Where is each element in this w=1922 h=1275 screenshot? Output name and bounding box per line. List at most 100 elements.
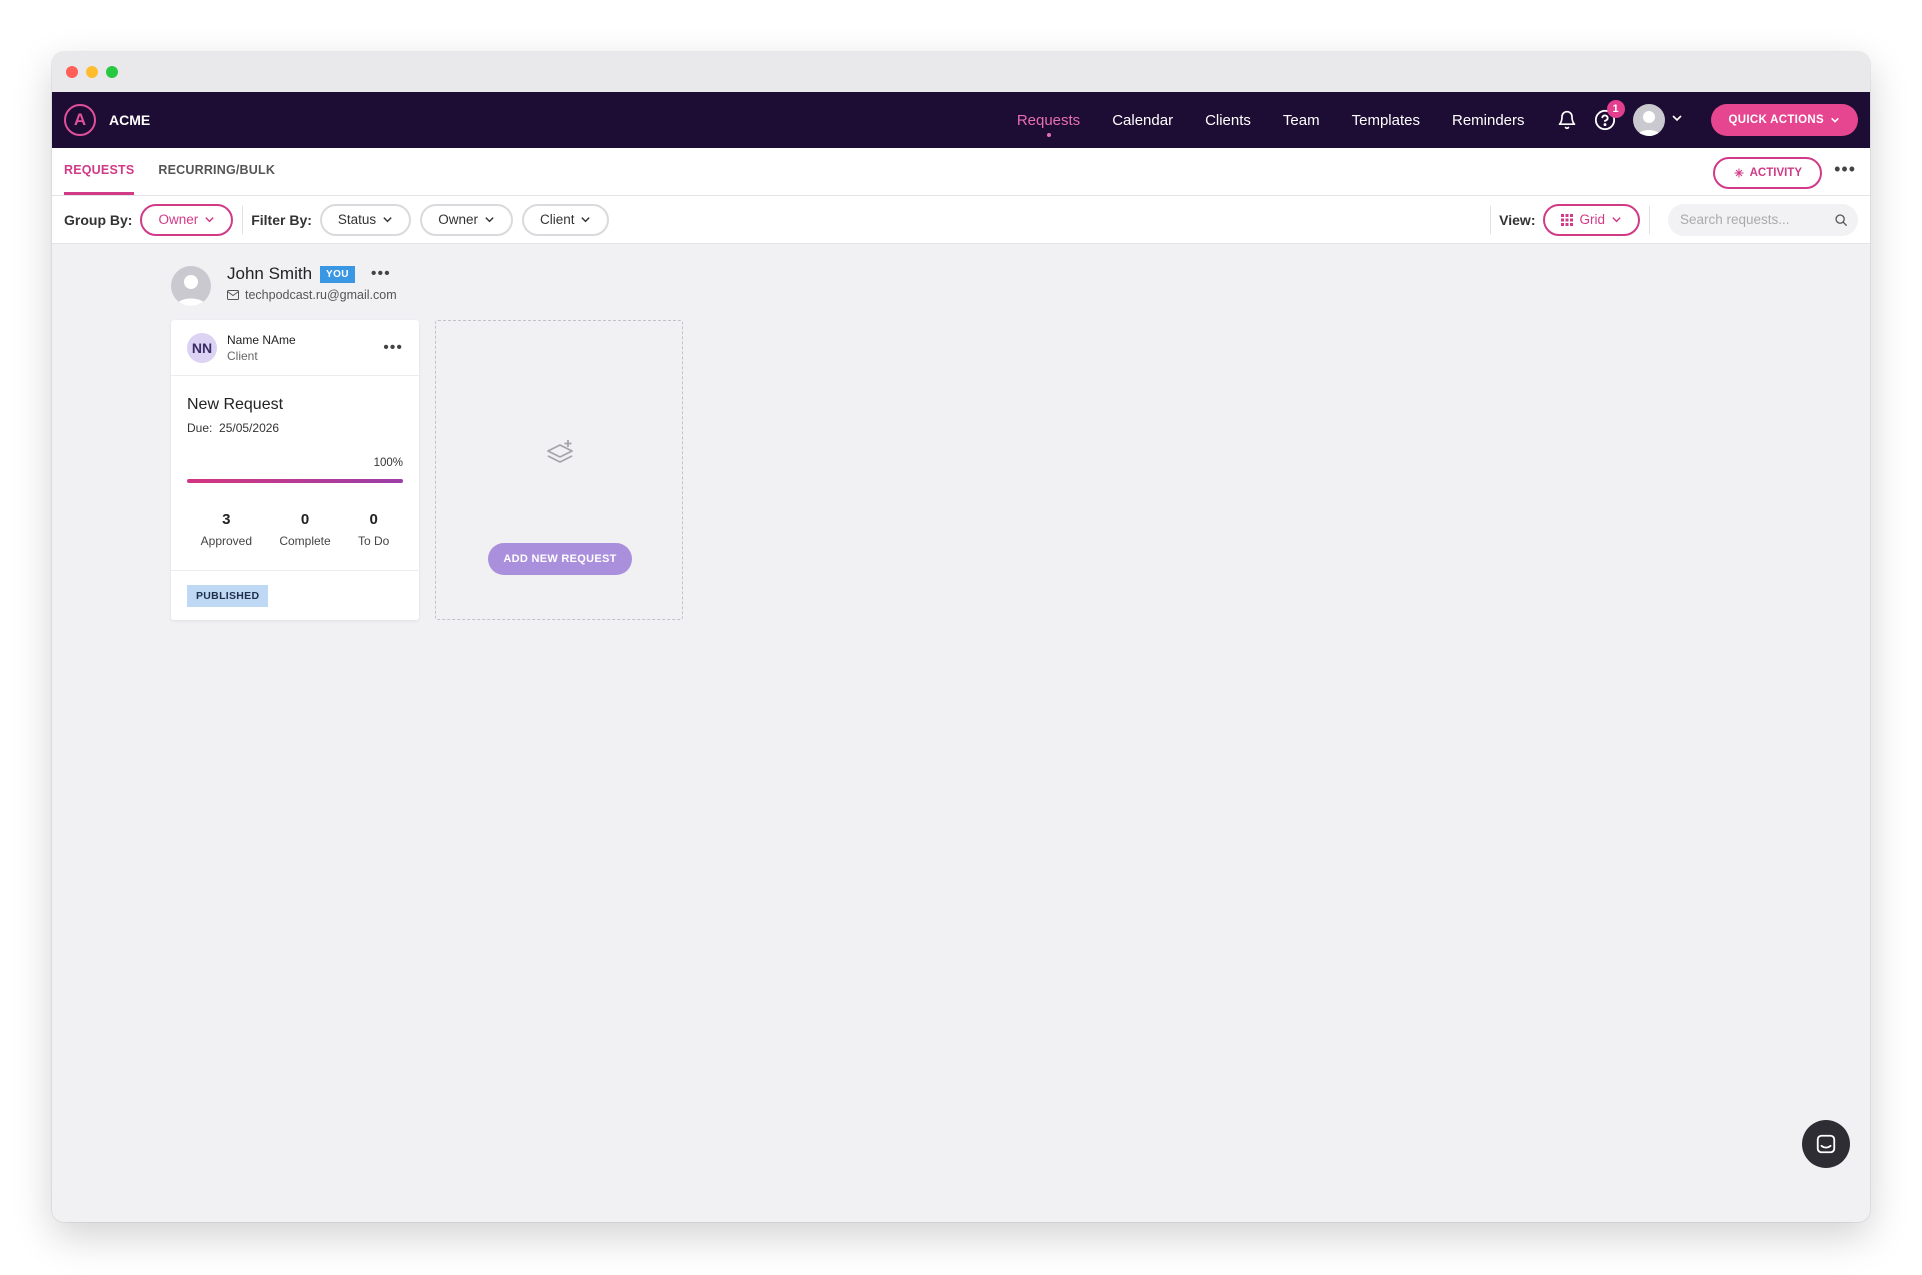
window-minimize-button[interactable]: [86, 66, 98, 78]
stat-label: Approved: [200, 534, 253, 548]
view-label: View:: [1499, 211, 1536, 228]
progress-fill: [187, 479, 403, 483]
status-filter-label: Status: [337, 212, 377, 227]
request-title: New Request: [187, 396, 284, 413]
due-date: 25/05/2026: [219, 421, 280, 435]
main-nav: Requests Calendar Clients Team Templates…: [1001, 100, 1858, 136]
chevron-down-icon[interactable]: [1671, 111, 1683, 129]
view-value: Grid: [1579, 212, 1605, 227]
divider: [1649, 205, 1650, 234]
status-filter-dropdown[interactable]: Status: [319, 203, 412, 236]
add-request-placeholder: ADD NEW REQUEST: [435, 320, 683, 620]
divider: [1490, 205, 1492, 234]
tab-recurring-bulk[interactable]: RECURRING/BULK: [158, 163, 275, 195]
nav-link-templates[interactable]: Templates: [1352, 112, 1420, 129]
progress-bar: [187, 479, 403, 483]
owner-filter-dropdown[interactable]: Owner: [420, 203, 513, 236]
card-body: New Request Due: 25/05/2026 100% 3 Appro…: [171, 376, 419, 548]
chevron-down-icon: [205, 217, 214, 223]
owner-email: techpodcast.ru@gmail.com: [227, 288, 397, 302]
help-icon[interactable]: 1: [1593, 100, 1625, 132]
search-input[interactable]: [1680, 212, 1834, 227]
client-avatar: NN: [187, 332, 217, 363]
chat-icon: [1816, 1134, 1836, 1154]
group-by-dropdown[interactable]: Owner: [140, 203, 234, 236]
owner-name: John Smith: [227, 264, 313, 283]
stat-value: 0: [369, 511, 378, 528]
chevron-down-icon: [1831, 117, 1839, 123]
quick-actions-label: QUICK ACTIONS: [1728, 114, 1824, 126]
stat-label: Complete: [279, 534, 331, 548]
window-close-button[interactable]: [66, 66, 78, 78]
divider: [242, 205, 244, 234]
card-more-icon[interactable]: •••: [383, 339, 403, 357]
view-controls: View: Grid: [1490, 203, 1858, 236]
avatar[interactable]: [1632, 104, 1665, 136]
nav-link-clients[interactable]: Clients: [1205, 112, 1251, 129]
owner-name-line: John Smith YOU •••: [227, 264, 397, 284]
search-box: [1668, 203, 1858, 236]
request-card[interactable]: NN Name NAme Client ••• New Request Due:…: [171, 320, 419, 620]
stat-value: 3: [222, 511, 231, 528]
request-stats: 3 Approved 0 Complete 0 To Do: [187, 511, 403, 548]
you-badge: YOU: [320, 265, 355, 283]
mail-icon: [227, 290, 239, 300]
grid-icon: [1561, 213, 1574, 226]
top-navbar: A ACME Requests Calendar Clients Team Te…: [52, 92, 1870, 148]
more-options-icon[interactable]: •••: [1834, 160, 1856, 178]
status-badge: PUBLISHED: [187, 584, 269, 607]
due-label: Due:: [187, 421, 213, 435]
request-due: Due: 25/05/2026: [187, 421, 403, 435]
tab-requests[interactable]: REQUESTS: [64, 163, 135, 195]
brand-name[interactable]: ACME: [109, 112, 150, 128]
client-name: Name NAme: [227, 332, 296, 347]
brand-logo[interactable]: A: [64, 104, 96, 136]
help-notification-badge: 1: [1606, 100, 1625, 118]
group-by-value: Owner: [158, 212, 199, 227]
chevron-down-icon: [581, 217, 591, 223]
group-by-label: Group By:: [64, 211, 133, 228]
chevron-down-icon: [485, 217, 494, 223]
stat-value: 0: [300, 511, 310, 528]
bell-icon[interactable]: [1555, 108, 1579, 132]
nav-link-requests[interactable]: Requests: [1017, 112, 1080, 129]
card-footer: PUBLISHED: [171, 570, 419, 620]
chevron-down-icon: [383, 217, 392, 223]
owner-info: John Smith YOU ••• techpodcast.ru@gmail.…: [227, 264, 397, 302]
client-filter-dropdown[interactable]: Client: [521, 203, 610, 236]
view-dropdown[interactable]: Grid: [1543, 203, 1640, 236]
owner-filter-label: Owner: [438, 212, 478, 227]
stat-complete: 0 Complete: [279, 511, 330, 548]
stat-label: To Do: [357, 534, 390, 548]
filter-bar: Group By: Owner Filter By: Status Owner …: [52, 196, 1870, 244]
search-icon[interactable]: [1834, 213, 1848, 227]
activity-label: ACTIVITY: [1749, 167, 1802, 179]
nav-link-calendar[interactable]: Calendar: [1112, 112, 1173, 129]
owner-more-icon[interactable]: •••: [371, 265, 391, 283]
window-titlebar: [52, 52, 1870, 92]
activity-sparkle-icon: [1734, 168, 1744, 178]
filter-by-label: Filter By:: [251, 211, 312, 228]
client-filter-label: Client: [539, 212, 575, 227]
main-content: John Smith YOU ••• techpodcast.ru@gmail.…: [52, 244, 1870, 1186]
owner-email-text: techpodcast.ru@gmail.com: [245, 288, 397, 302]
add-layers-icon: [547, 440, 573, 463]
client-info: Name NAme Client: [227, 333, 296, 363]
owner-group-header: John Smith YOU ••• techpodcast.ru@gmail.…: [171, 264, 397, 306]
activity-button[interactable]: ACTIVITY: [1712, 157, 1822, 189]
sub-navigation: REQUESTS RECURRING/BULK ACTIVITY •••: [52, 148, 1870, 196]
stat-approved: 3 Approved: [201, 511, 252, 548]
client-role: Client: [227, 348, 258, 363]
progress-percent: 100%: [373, 457, 403, 469]
avatar: [171, 266, 211, 306]
window-maximize-button[interactable]: [106, 66, 118, 78]
chevron-down-icon: [1612, 217, 1621, 223]
stat-todo: 0 To Do: [358, 511, 389, 548]
chat-support-button[interactable]: [1802, 1120, 1850, 1168]
nav-link-reminders[interactable]: Reminders: [1452, 112, 1525, 129]
add-new-request-button[interactable]: ADD NEW REQUEST: [488, 543, 632, 575]
quick-actions-button[interactable]: QUICK ACTIONS: [1710, 104, 1858, 136]
card-header: NN Name NAme Client •••: [171, 320, 419, 376]
nav-link-team[interactable]: Team: [1283, 112, 1320, 129]
app-window: A ACME Requests Calendar Clients Team Te…: [52, 52, 1870, 1222]
